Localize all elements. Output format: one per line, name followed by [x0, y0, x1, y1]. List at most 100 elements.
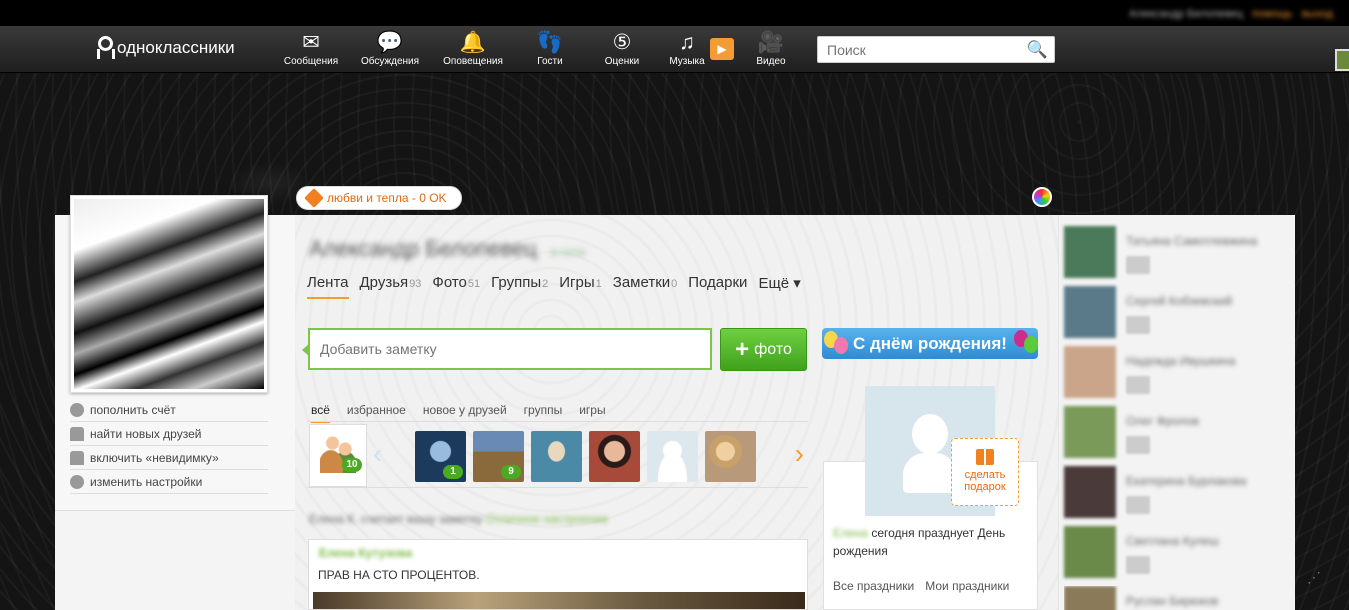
left-menu-settings[interactable]: изменить настройки: [70, 470, 268, 494]
all-holidays-link[interactable]: Все праздники: [833, 579, 914, 593]
friend-action-button[interactable]: [1126, 436, 1150, 454]
my-holidays-link[interactable]: Мои праздники: [925, 579, 1009, 593]
nav-ratings[interactable]: ⑤ Оценки: [590, 30, 654, 67]
friend-thumb[interactable]: [531, 431, 582, 482]
post-author[interactable]: Елена Кутузова: [319, 546, 412, 560]
person-icon: [70, 426, 84, 441]
nav-label: Музыка: [669, 56, 705, 67]
filter-games[interactable]: игры: [579, 403, 605, 423]
friend-name: Олег Фролов: [1126, 414, 1199, 428]
logout-link[interactable]: выход: [1302, 8, 1333, 20]
filter-groups[interactable]: группы: [524, 403, 563, 423]
gear-icon: [70, 474, 84, 489]
birthday-name[interactable]: Елена: [833, 526, 868, 540]
tab-photos[interactable]: Фото51: [432, 274, 480, 299]
friends-group-thumb[interactable]: 10: [309, 424, 367, 487]
thumb-image: [647, 431, 698, 482]
friend-name: Надежда Ивушкина: [1126, 354, 1236, 368]
left-menu-find-friends[interactable]: найти новых друзей: [70, 422, 268, 446]
friend-action-button[interactable]: [1126, 256, 1150, 274]
resize-grip-icon[interactable]: ⋰: [1307, 569, 1321, 586]
nav-notifications[interactable]: 🔔 Оповещения: [441, 30, 505, 67]
friend-action-button[interactable]: [1126, 496, 1150, 514]
right-friend-item[interactable]: Светлана Кулеш: [1064, 526, 1284, 578]
tab-count: 1: [595, 278, 602, 290]
chevron-left-icon[interactable]: ‹: [373, 438, 382, 470]
envelope-icon: ✉: [302, 31, 320, 54]
count-badge: 9: [501, 465, 521, 479]
nav-discussions[interactable]: 💬 Обсуждения: [358, 30, 422, 67]
status-pill[interactable]: любви и тепла - 0 OK: [296, 186, 462, 210]
help-link[interactable]: помощь: [1252, 8, 1293, 20]
note-box: [302, 328, 712, 370]
friend-avatar: [1064, 406, 1116, 458]
nav-video[interactable]: 🎥 Видео: [739, 30, 803, 67]
birthday-banner[interactable]: С днём рождения!: [822, 328, 1038, 359]
note-input[interactable]: [310, 330, 710, 368]
chevron-right-icon[interactable]: ›: [795, 438, 804, 470]
search-icon[interactable]: 🔍: [1027, 40, 1048, 60]
right-friend-item[interactable]: Надежда Ивушкина: [1064, 346, 1284, 398]
logo[interactable]: одноклассники: [95, 36, 235, 60]
friend-action-button[interactable]: [1126, 556, 1150, 574]
add-photo-button[interactable]: + фото: [720, 328, 807, 371]
friend-thumb[interactable]: 9: [473, 431, 524, 482]
feed-summary-link[interactable]: Отличное настроение: [486, 512, 609, 526]
right-friend-item[interactable]: Татьяна Самотлевжина: [1064, 226, 1284, 278]
filter-friends-new[interactable]: новое у друзей: [423, 403, 507, 423]
friend-name: Татьяна Самотлевжина: [1126, 234, 1258, 248]
tab-count: 93: [409, 278, 422, 290]
nav-label: Гости: [537, 56, 563, 67]
avatar-placeholder-body: [903, 453, 957, 493]
user-name[interactable]: Александр Белопевец: [1129, 8, 1243, 20]
post-photo[interactable]: [313, 592, 805, 609]
profile-avatar[interactable]: [70, 195, 268, 393]
leaf-icon: [304, 188, 324, 208]
tab-label: Ещё ▾: [758, 275, 801, 292]
right-friend-item[interactable]: Екатерина Бурлакова: [1064, 466, 1284, 518]
nav-messages[interactable]: ✉ Сообщения: [279, 30, 343, 67]
footprints-icon: 👣: [536, 31, 564, 54]
left-menu-topup[interactable]: пополнить счёт: [70, 398, 268, 422]
tab-friends[interactable]: Друзья93: [360, 274, 422, 299]
post-text: ПРАВ НА СТО ПРОЦЕНТОВ.: [318, 568, 480, 582]
tab-more[interactable]: Ещё ▾: [758, 274, 800, 299]
nav-guests[interactable]: 👣 Гости: [518, 30, 582, 67]
tab-notes[interactable]: Заметки0: [613, 274, 678, 299]
tab-gifts[interactable]: Подарки: [688, 274, 747, 299]
friend-thumb[interactable]: [647, 431, 698, 482]
filter-favorites[interactable]: избранное: [347, 403, 406, 423]
feed-filters: всё избранное новое у друзей группы игры: [311, 403, 606, 423]
birthday-text: Елена сегодня празднует День рождения: [833, 524, 1033, 560]
friend-thumb[interactable]: 1: [415, 431, 466, 482]
friend-thumb[interactable]: [705, 431, 756, 482]
right-friend-item[interactable]: Руслан Бирюков: [1064, 586, 1284, 610]
left-menu-label: изменить настройки: [90, 474, 203, 489]
friend-action-button[interactable]: [1126, 316, 1150, 334]
friend-action-button[interactable]: [1126, 376, 1150, 394]
right-friend-item[interactable]: Сергей Кобзевский: [1064, 286, 1284, 338]
side-widget-tab[interactable]: [1335, 49, 1349, 71]
theme-picker-icon[interactable]: [1032, 187, 1052, 207]
left-menu-label: найти новых друзей: [90, 426, 202, 441]
tab-label: Группы: [491, 274, 542, 291]
make-gift-label: сделать подарок: [964, 469, 1006, 493]
chat-bubbles-icon: 💬: [376, 31, 404, 54]
play-icon[interactable]: ▶: [710, 38, 734, 60]
tab-games[interactable]: Игры1: [559, 274, 602, 299]
profile-name-sub: в сети: [551, 245, 586, 259]
left-menu-invisible[interactable]: включить «невидимку»: [70, 446, 268, 470]
holiday-links: Все праздники Мои праздники: [833, 579, 1009, 593]
tab-label: Друзья: [359, 274, 409, 291]
friend-thumb[interactable]: [589, 431, 640, 482]
incognito-hat-icon: [70, 450, 84, 465]
search-input[interactable]: [818, 37, 1018, 62]
avatar-placeholder-icon: [912, 414, 948, 454]
tab-label: Игры: [559, 274, 595, 291]
tab-groups[interactable]: Группы2: [491, 274, 548, 299]
make-gift-button[interactable]: сделать подарок: [951, 438, 1019, 506]
right-friend-item[interactable]: Олег Фролов: [1064, 406, 1284, 458]
tab-feed[interactable]: Лента: [307, 274, 349, 299]
tab-label: Заметки: [612, 274, 671, 291]
filter-all[interactable]: всё: [311, 403, 330, 423]
